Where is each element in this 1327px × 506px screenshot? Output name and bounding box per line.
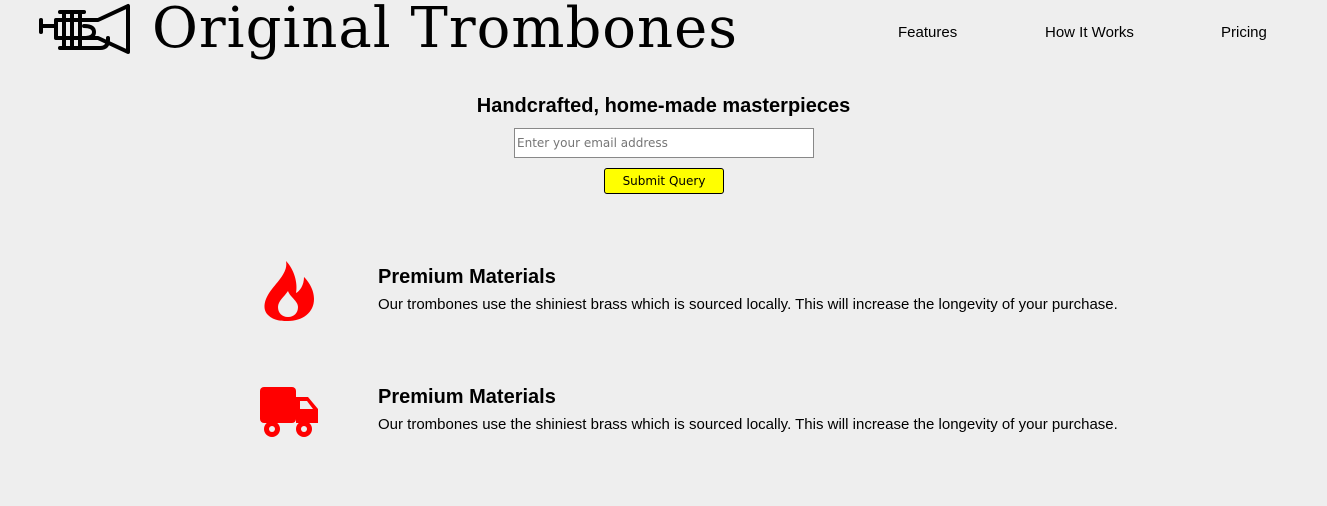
- feature-description: Our trombones use the shiniest brass whi…: [378, 416, 1118, 433]
- trumpet-icon[interactable]: [38, 2, 134, 60]
- nav-link-pricing[interactable]: Pricing: [1221, 24, 1267, 41]
- truck-icon: [258, 379, 322, 443]
- feature-title: Premium Materials: [378, 266, 556, 288]
- email-input[interactable]: [514, 128, 814, 158]
- feature-description: Our trombones use the shiniest brass whi…: [378, 296, 1118, 313]
- brand-name: Original Trombones: [152, 0, 738, 61]
- feature-title: Premium Materials: [378, 386, 556, 408]
- feature-item: Premium Materials Our trombones use the …: [0, 375, 1327, 455]
- submit-button[interactable]: Submit Query: [604, 168, 724, 194]
- fire-icon: [258, 259, 322, 323]
- feature-item: Premium Materials Our trombones use the …: [0, 255, 1327, 335]
- site-header: Original Trombones Features How It Works…: [0, 0, 1327, 70]
- hero-title: Handcrafted, home-made masterpieces: [476, 95, 851, 117]
- nav-link-how-it-works[interactable]: How It Works: [1045, 24, 1134, 41]
- nav-link-features[interactable]: Features: [898, 24, 957, 41]
